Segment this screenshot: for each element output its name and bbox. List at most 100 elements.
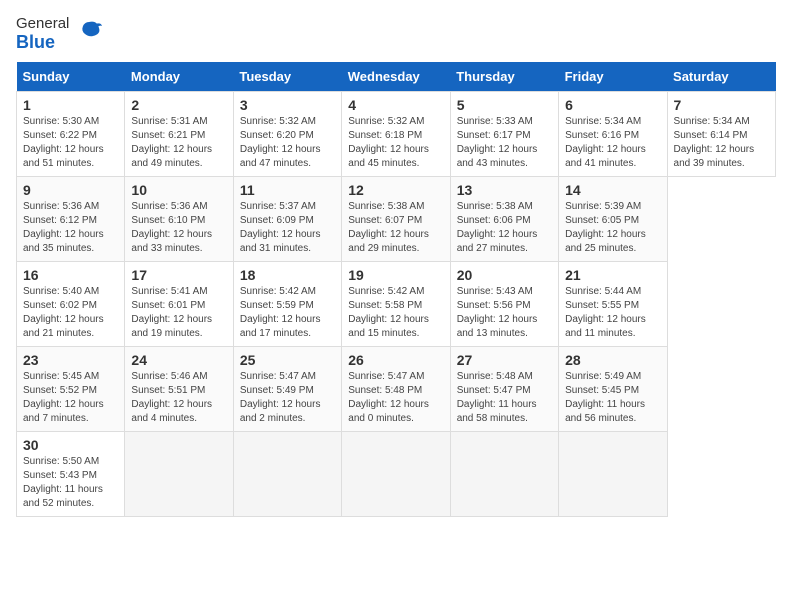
calendar-cell	[450, 432, 558, 517]
day-info: Sunrise: 5:47 AMSunset: 5:49 PMDaylight:…	[240, 370, 335, 426]
calendar-cell: 7 Sunrise: 5:34 AMSunset: 6:14 PMDayligh…	[667, 92, 775, 177]
day-number: 19	[348, 267, 443, 283]
day-info: Sunrise: 5:34 AMSunset: 6:14 PMDaylight:…	[674, 115, 769, 171]
day-number: 12	[348, 182, 443, 198]
day-info: Sunrise: 5:49 AMSunset: 5:45 PMDaylight:…	[565, 370, 660, 426]
day-number: 24	[131, 352, 226, 368]
week-row-3: 23 Sunrise: 5:45 AMSunset: 5:52 PMDaylig…	[17, 347, 776, 432]
calendar-cell	[559, 432, 667, 517]
day-info: Sunrise: 5:39 AMSunset: 6:05 PMDaylight:…	[565, 200, 660, 256]
header-monday: Monday	[125, 62, 233, 92]
header-saturday: Saturday	[667, 62, 775, 92]
week-row-2: 16 Sunrise: 5:40 AMSunset: 6:02 PMDaylig…	[17, 262, 776, 347]
calendar-cell: 10 Sunrise: 5:36 AMSunset: 6:10 PMDaylig…	[125, 177, 233, 262]
calendar-cell: 13 Sunrise: 5:38 AMSunset: 6:06 PMDaylig…	[450, 177, 558, 262]
day-number: 5	[457, 97, 552, 113]
day-info: Sunrise: 5:41 AMSunset: 6:01 PMDaylight:…	[131, 285, 226, 341]
day-number: 16	[23, 267, 118, 283]
logo-general: General	[16, 16, 69, 33]
day-info: Sunrise: 5:30 AMSunset: 6:22 PMDaylight:…	[23, 115, 118, 171]
day-info: Sunrise: 5:46 AMSunset: 5:51 PMDaylight:…	[131, 370, 226, 426]
day-info: Sunrise: 5:32 AMSunset: 6:20 PMDaylight:…	[240, 115, 335, 171]
day-number: 21	[565, 267, 660, 283]
header-wednesday: Wednesday	[342, 62, 450, 92]
day-number: 7	[674, 97, 769, 113]
calendar-cell: 20 Sunrise: 5:43 AMSunset: 5:56 PMDaylig…	[450, 262, 558, 347]
calendar-cell: 14 Sunrise: 5:39 AMSunset: 6:05 PMDaylig…	[559, 177, 667, 262]
day-info: Sunrise: 5:45 AMSunset: 5:52 PMDaylight:…	[23, 370, 118, 426]
calendar-cell	[342, 432, 450, 517]
day-number: 1	[23, 97, 118, 113]
day-info: Sunrise: 5:42 AMSunset: 5:59 PMDaylight:…	[240, 285, 335, 341]
day-info: Sunrise: 5:42 AMSunset: 5:58 PMDaylight:…	[348, 285, 443, 341]
calendar-cell: 24 Sunrise: 5:46 AMSunset: 5:51 PMDaylig…	[125, 347, 233, 432]
day-number: 11	[240, 182, 335, 198]
day-number: 20	[457, 267, 552, 283]
calendar-cell: 25 Sunrise: 5:47 AMSunset: 5:49 PMDaylig…	[233, 347, 341, 432]
day-info: Sunrise: 5:44 AMSunset: 5:55 PMDaylight:…	[565, 285, 660, 341]
calendar-cell: 17 Sunrise: 5:41 AMSunset: 6:01 PMDaylig…	[125, 262, 233, 347]
day-number: 28	[565, 352, 660, 368]
calendar-cell: 27 Sunrise: 5:48 AMSunset: 5:47 PMDaylig…	[450, 347, 558, 432]
calendar-cell: 1 Sunrise: 5:30 AMSunset: 6:22 PMDayligh…	[17, 92, 125, 177]
calendar-cell: 16 Sunrise: 5:40 AMSunset: 6:02 PMDaylig…	[17, 262, 125, 347]
logo: General Blue	[16, 16, 103, 52]
day-number: 26	[348, 352, 443, 368]
day-info: Sunrise: 5:38 AMSunset: 6:07 PMDaylight:…	[348, 200, 443, 256]
calendar-cell	[125, 432, 233, 517]
calendar-cell: 28 Sunrise: 5:49 AMSunset: 5:45 PMDaylig…	[559, 347, 667, 432]
day-info: Sunrise: 5:43 AMSunset: 5:56 PMDaylight:…	[457, 285, 552, 341]
week-row-1: 9 Sunrise: 5:36 AMSunset: 6:12 PMDayligh…	[17, 177, 776, 262]
header-row: SundayMondayTuesdayWednesdayThursdayFrid…	[17, 62, 776, 92]
logo-bird-icon	[75, 18, 103, 51]
header-sunday: Sunday	[17, 62, 125, 92]
day-number: 6	[565, 97, 660, 113]
calendar-cell: 26 Sunrise: 5:47 AMSunset: 5:48 PMDaylig…	[342, 347, 450, 432]
week-row-0: 1 Sunrise: 5:30 AMSunset: 6:22 PMDayligh…	[17, 92, 776, 177]
header-thursday: Thursday	[450, 62, 558, 92]
day-number: 23	[23, 352, 118, 368]
calendar-cell: 11 Sunrise: 5:37 AMSunset: 6:09 PMDaylig…	[233, 177, 341, 262]
day-info: Sunrise: 5:36 AMSunset: 6:10 PMDaylight:…	[131, 200, 226, 256]
calendar-cell: 19 Sunrise: 5:42 AMSunset: 5:58 PMDaylig…	[342, 262, 450, 347]
calendar-cell: 3 Sunrise: 5:32 AMSunset: 6:20 PMDayligh…	[233, 92, 341, 177]
calendar-cell: 12 Sunrise: 5:38 AMSunset: 6:07 PMDaylig…	[342, 177, 450, 262]
day-number: 13	[457, 182, 552, 198]
day-info: Sunrise: 5:48 AMSunset: 5:47 PMDaylight:…	[457, 370, 552, 426]
calendar-cell: 21 Sunrise: 5:44 AMSunset: 5:55 PMDaylig…	[559, 262, 667, 347]
header-tuesday: Tuesday	[233, 62, 341, 92]
day-number: 14	[565, 182, 660, 198]
calendar-cell: 18 Sunrise: 5:42 AMSunset: 5:59 PMDaylig…	[233, 262, 341, 347]
day-number: 4	[348, 97, 443, 113]
day-info: Sunrise: 5:37 AMSunset: 6:09 PMDaylight:…	[240, 200, 335, 256]
calendar-cell: 6 Sunrise: 5:34 AMSunset: 6:16 PMDayligh…	[559, 92, 667, 177]
day-number: 18	[240, 267, 335, 283]
calendar-cell: 30 Sunrise: 5:50 AMSunset: 5:43 PMDaylig…	[17, 432, 125, 517]
day-info: Sunrise: 5:36 AMSunset: 6:12 PMDaylight:…	[23, 200, 118, 256]
day-number: 27	[457, 352, 552, 368]
day-info: Sunrise: 5:47 AMSunset: 5:48 PMDaylight:…	[348, 370, 443, 426]
header-friday: Friday	[559, 62, 667, 92]
day-info: Sunrise: 5:38 AMSunset: 6:06 PMDaylight:…	[457, 200, 552, 256]
page-header: General Blue	[16, 16, 776, 52]
calendar-table: SundayMondayTuesdayWednesdayThursdayFrid…	[16, 62, 776, 517]
calendar-cell: 9 Sunrise: 5:36 AMSunset: 6:12 PMDayligh…	[17, 177, 125, 262]
day-info: Sunrise: 5:40 AMSunset: 6:02 PMDaylight:…	[23, 285, 118, 341]
day-number: 2	[131, 97, 226, 113]
week-row-4: 30 Sunrise: 5:50 AMSunset: 5:43 PMDaylig…	[17, 432, 776, 517]
day-number: 3	[240, 97, 335, 113]
calendar-cell	[233, 432, 341, 517]
calendar-cell: 23 Sunrise: 5:45 AMSunset: 5:52 PMDaylig…	[17, 347, 125, 432]
day-number: 17	[131, 267, 226, 283]
day-info: Sunrise: 5:31 AMSunset: 6:21 PMDaylight:…	[131, 115, 226, 171]
day-info: Sunrise: 5:50 AMSunset: 5:43 PMDaylight:…	[23, 455, 118, 511]
calendar-cell: 4 Sunrise: 5:32 AMSunset: 6:18 PMDayligh…	[342, 92, 450, 177]
day-info: Sunrise: 5:32 AMSunset: 6:18 PMDaylight:…	[348, 115, 443, 171]
day-info: Sunrise: 5:33 AMSunset: 6:17 PMDaylight:…	[457, 115, 552, 171]
logo-blue: Blue	[16, 33, 55, 53]
day-number: 25	[240, 352, 335, 368]
calendar-cell: 5 Sunrise: 5:33 AMSunset: 6:17 PMDayligh…	[450, 92, 558, 177]
day-info: Sunrise: 5:34 AMSunset: 6:16 PMDaylight:…	[565, 115, 660, 171]
day-number: 9	[23, 182, 118, 198]
calendar-cell: 2 Sunrise: 5:31 AMSunset: 6:21 PMDayligh…	[125, 92, 233, 177]
